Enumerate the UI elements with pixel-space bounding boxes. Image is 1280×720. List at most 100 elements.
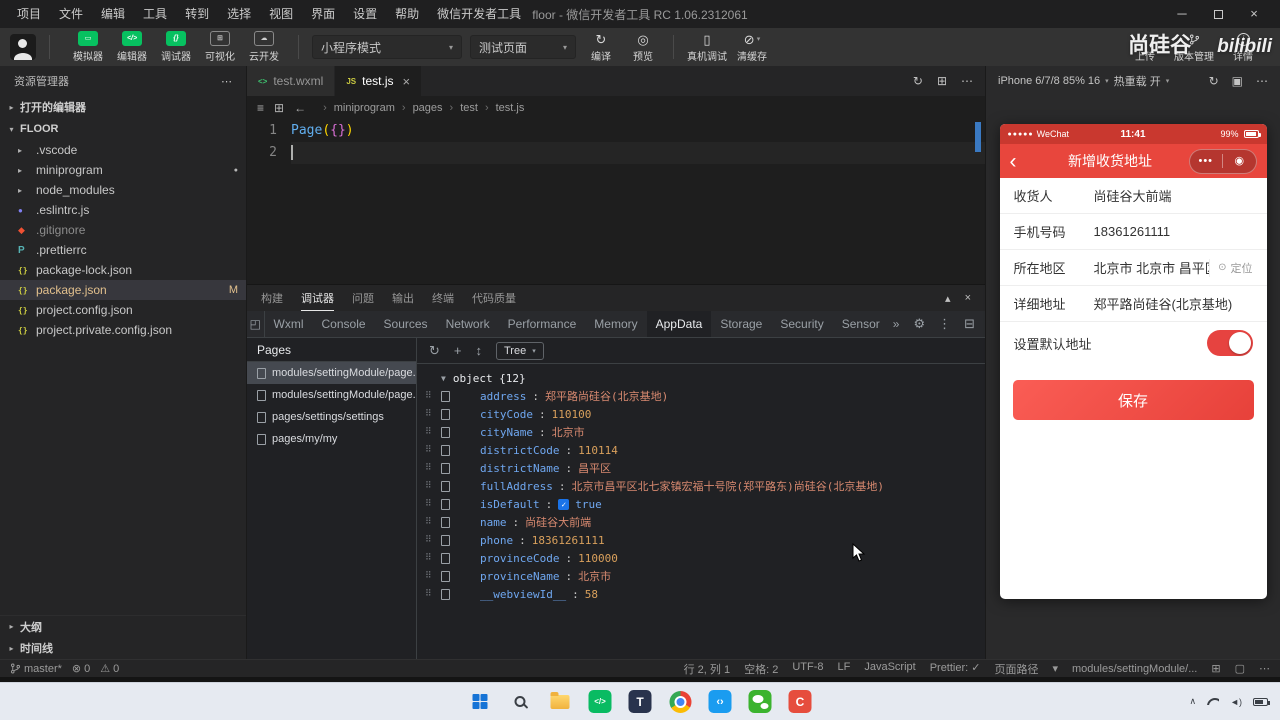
menu-item[interactable]: 选择 [218,0,260,28]
restart-icon[interactable]: ↻ [1209,74,1219,88]
menu-item[interactable]: 帮助 [386,0,428,28]
field-input[interactable]: 尚硅谷大前端 [1094,186,1253,205]
breadcrumb-item[interactable]: miniprogram [316,102,395,114]
sort-icon[interactable]: ↕ [476,343,483,358]
file-row[interactable]: ● .eslintrc.js [0,200,246,220]
more-icon[interactable]: ⋯ [1256,74,1268,88]
tree-property-row[interactable]: ⠿ cityCode : ✓ 110100 [417,405,985,423]
page-list-item[interactable]: modules/settingModule/page... [247,362,416,384]
page-list-item[interactable]: pages/settings/settings [247,406,416,428]
tree-property-row[interactable]: ⠿ name : ✓ 尚硅谷大前端 [417,513,985,531]
more-actions-icon[interactable]: ⋯ [221,75,232,88]
editor-tab[interactable]: JS test.js × [335,66,423,96]
panel-tab[interactable]: 代码质量 [472,285,516,311]
tree-property-row[interactable]: ⠿ address : ✓ 郑平路尚硅谷(北京基地) [417,387,985,405]
file-row[interactable]: {} project.config.json [0,300,246,320]
file-row[interactable]: P .prettierrc [0,240,246,260]
start-button[interactable] [467,688,494,715]
property-key[interactable]: fullAddress [480,480,553,493]
field-input[interactable]: 北京市 北京市 昌平区 [1094,258,1210,277]
page-list-item[interactable]: modules/settingModule/page... [247,384,416,406]
field-input[interactable]: 18361261111 [1094,224,1253,239]
refresh-icon[interactable]: ↻ [913,74,923,88]
version-control-button[interactable]: 版本管理 [1174,32,1214,63]
menu-item[interactable]: 微信开发者工具 [428,0,530,28]
devtools-tab[interactable]: Storage [711,311,771,337]
property-value[interactable]: 北京市 [552,424,585,440]
tree-root[interactable]: ▼ object {12} [417,369,985,387]
file-row[interactable]: ▸ miniprogram ● [0,160,246,180]
tree-property-row[interactable]: ⠿ districtCode : ✓ 110114 [417,441,985,459]
property-key[interactable]: __webviewId__ [480,588,566,601]
page-path-label[interactable]: 页面路径 [994,661,1038,677]
panel-toggle-button[interactable]: ▭ 模拟器 [67,31,109,63]
panel-toggle-button[interactable]: {} 调试器 [155,31,197,63]
tree-property-row[interactable]: ⠿ isDefault : ✓ true [417,495,985,513]
remote-debug-button[interactable]: ▯ 真机调试 [687,32,727,63]
tree-property-row[interactable]: ⠿ __webviewId__ : ✓ 58 [417,585,985,603]
devtools-tab[interactable]: Sensor [833,311,889,337]
devtools-tab[interactable]: Security [771,311,832,337]
panel-tab[interactable]: 构建 [261,285,283,311]
more-options-icon[interactable]: ⋮ [938,316,951,332]
menu-item[interactable]: 转到 [176,0,218,28]
tab-overflow-icon[interactable]: » [889,311,904,337]
volume-icon[interactable]: ◄) [1230,697,1242,707]
property-value[interactable]: true [575,498,602,511]
status-item[interactable]: UTF-8 [792,661,823,677]
menu-item[interactable]: 界面 [302,0,344,28]
compile-page-select[interactable]: 测试页面 ▾ [470,35,576,59]
refresh-icon[interactable]: ↻ [429,343,440,359]
drag-handle-icon[interactable]: ⠿ [425,481,439,491]
minimize-button[interactable]: ─ [1164,0,1200,28]
close-panel-icon[interactable]: × [965,292,971,305]
tree-property-row[interactable]: ⠿ cityName : ✓ 北京市 [417,423,985,441]
wechat-app[interactable] [747,688,774,715]
more-actions-icon[interactable]: ⋯ [961,74,973,88]
property-key[interactable]: districtCode [480,444,559,457]
close-tab-icon[interactable]: × [403,74,411,89]
project-root-section[interactable]: ▾ FLOOR [0,118,246,140]
open-editors-section[interactable]: ▸ 打开的编辑器 [0,96,246,118]
wechat-devtools-app[interactable]: </> [587,688,614,715]
file-row[interactable]: {} package-lock.json [0,260,246,280]
property-key[interactable]: districtName [480,462,559,475]
compile-button[interactable]: ↻ 编译 [584,32,618,63]
drag-handle-icon[interactable]: ⠿ [425,553,439,563]
property-key[interactable]: cityCode [480,408,533,421]
user-avatar[interactable] [10,34,36,60]
panel-tab[interactable]: 问题 [352,285,374,311]
drag-handle-icon[interactable]: ⠿ [425,391,439,401]
status-item[interactable]: Prettier: ✓ [930,661,981,677]
tree-property-row[interactable]: ⠿ provinceName : ✓ 北京市 [417,567,985,585]
property-value[interactable]: 58 [585,588,598,601]
save-button[interactable]: 保存 [1012,380,1254,420]
property-value[interactable]: 北京市 [578,568,611,584]
c-app[interactable]: C [787,688,814,715]
property-key[interactable]: provinceName [480,570,559,583]
locate-button[interactable]: ⊙ 定位 [1209,258,1253,277]
drag-handle-icon[interactable]: ⠿ [425,535,439,545]
panel-tab[interactable]: 调试器 [301,285,334,311]
hot-reload-toggle[interactable]: 热重载 开 [1114,73,1161,89]
property-value[interactable]: 昌平区 [578,460,611,476]
property-value[interactable]: 110100 [552,408,592,421]
expand-triangle-icon[interactable]: ▼ [441,374,446,383]
wifi-icon[interactable] [1207,698,1220,705]
devtools-tab[interactable]: AppData [646,311,712,337]
chrome-app[interactable] [667,688,694,715]
file-row[interactable]: ▸ node_modules [0,180,246,200]
errors-indicator[interactable]: ⊗ 0 [72,662,90,676]
layout-icon[interactable]: ⊞ [1211,662,1220,675]
bookmark-icon[interactable]: ⊞ [274,101,284,115]
tree-property-row[interactable]: ⠿ districtName : ✓ 昌平区 [417,459,985,477]
default-address-toggle[interactable] [1206,330,1253,356]
devtools-tab[interactable]: Memory [585,311,646,337]
property-key[interactable]: name [480,516,507,529]
file-row[interactable]: ▸ .vscode [0,140,246,160]
tree-property-row[interactable]: ⠿ fullAddress : ✓ 北京市昌平区北七家镇宏福十号院(郑平路东)尚… [417,477,985,495]
property-key[interactable]: provinceCode [480,552,559,565]
property-key[interactable]: phone [480,534,513,547]
maximize-button[interactable] [1200,0,1236,28]
upload-button[interactable]: ↑ 上传 [1128,32,1162,63]
